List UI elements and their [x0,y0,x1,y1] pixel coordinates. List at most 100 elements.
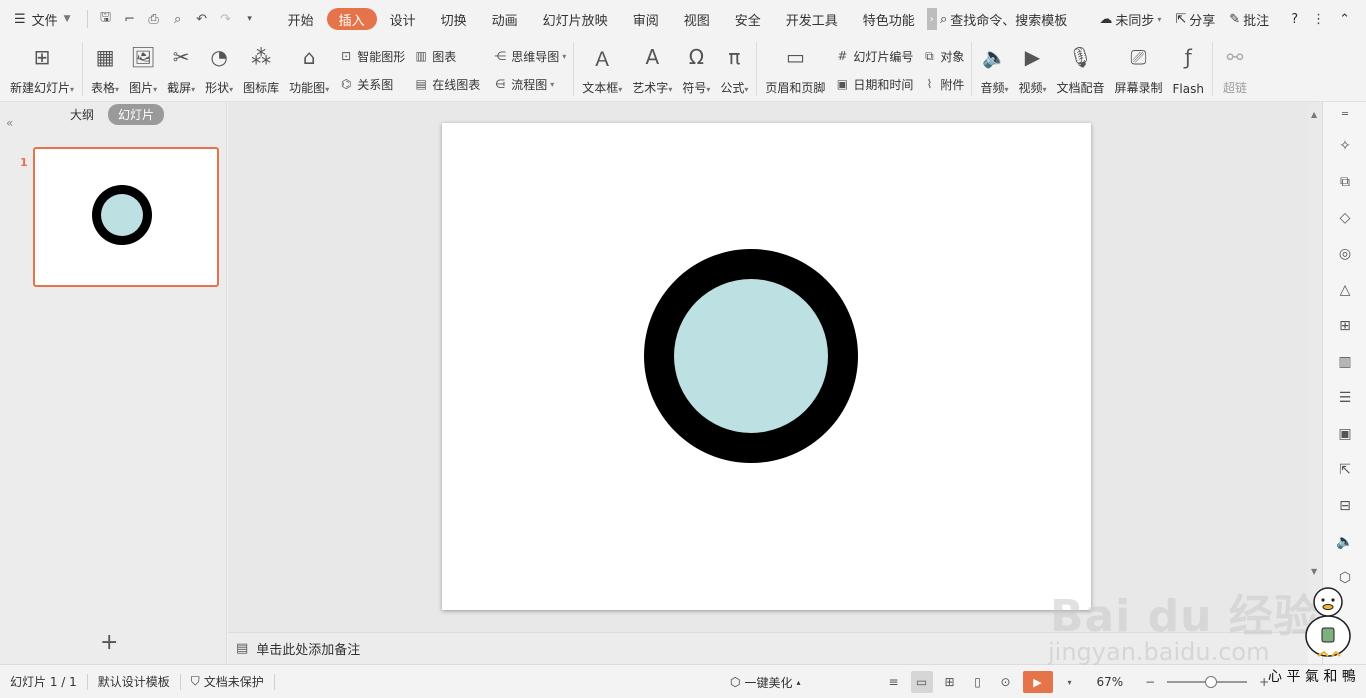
smartart-button[interactable]: ⊡ 智能图形 [338,44,405,68]
fill-icon[interactable]: △ [1335,280,1355,300]
screen-record-icon: ⎚ [1130,45,1147,69]
icon-library-button[interactable]: ⁂ 图标库 [238,42,284,98]
object-button[interactable]: ⧉ 对象 [921,44,964,68]
slide-number-button[interactable]: # 幻灯片编号 [834,44,913,68]
slide-sorter-view-icon[interactable]: ⊞ [939,671,961,693]
play-slideshow-button[interactable]: ▶ [1022,671,1053,693]
screenshot-button[interactable]: ✂ 截屏▾ [162,42,200,98]
screen-record-button[interactable]: ⎚ 屏幕录制 [1110,42,1168,98]
status-bar-right: ⬡ 一键美化 ▴ ≡ ▭ ⊞ ▯ ⊙ ▶ ▾ 67% − + [720,665,1275,698]
tab-0[interactable]: 开始 [276,8,326,30]
video-button[interactable]: ▶ 视频▾ [1013,42,1051,98]
export-icon[interactable]: ⇱ [1335,460,1355,480]
zoom-in-icon[interactable]: + [1253,671,1275,693]
zoom-slider[interactable] [1167,676,1248,688]
tab-6[interactable]: 审阅 [621,8,671,30]
protection-status[interactable]: ⛉ 文档未保护 [181,673,274,690]
zoom-slider-handle[interactable] [1205,676,1218,688]
ring-shape[interactable] [644,249,858,463]
adjust-icon[interactable]: ☰ [1335,388,1355,408]
search-icon: ⌕ [940,11,948,27]
more-options-icon[interactable]: ⋮ [1306,12,1331,27]
attachment-button[interactable]: ⌇ 附件 [921,72,964,96]
image-icon[interactable]: ▣ [1335,424,1355,444]
picture-button[interactable]: 🖼 图片▾ [124,42,162,98]
collapse-panel-icon[interactable]: « [6,116,13,130]
tab-5[interactable]: 幻灯片放映 [531,8,620,30]
scroll-up-icon[interactable]: ▲ [1311,110,1317,119]
normal-view-icon[interactable]: ▭ [910,671,933,693]
tab-9[interactable]: 开发工具 [774,8,850,30]
notes-view-icon[interactable]: ≡ [883,671,905,693]
chevron-down-icon[interactable]: ▾ [1059,671,1081,693]
mindmap-button[interactable]: ⋲ 思维导图 ▾ [492,44,566,68]
comment-button[interactable]: ✎ 批注 [1223,10,1275,29]
scissors-icon: ✂ [172,45,190,69]
tab-outline[interactable]: 大纲 [60,104,104,125]
datetime-button[interactable]: ▣ 日期和时间 [834,72,914,96]
vertical-scrollbar[interactable]: ▲ ▼ [1308,102,1322,632]
tab-3[interactable]: 切换 [429,8,479,30]
add-slide-icon[interactable]: + [100,632,118,654]
slide-thumbnail[interactable] [33,147,219,287]
customize-quick-access-icon[interactable]: ▾ [238,7,262,31]
wordart-button[interactable]: A 艺术字▾ [627,42,677,98]
undo-icon[interactable]: ↶ [190,7,214,31]
template-icon[interactable]: ⧉ [1335,172,1355,192]
reading-view-icon[interactable]: ▯ [967,671,989,693]
chart-button[interactable]: ▥ 图表 [413,44,480,68]
grid-icon[interactable]: ⊞ [1335,316,1355,336]
design-template-button[interactable]: 默认设计模板 [88,673,180,690]
zoom-out-icon[interactable]: − [1139,671,1161,693]
tab-slides[interactable]: 幻灯片 [108,103,165,125]
relation-button[interactable]: ⌬ 关系图 [338,72,405,96]
sound-icon[interactable]: 🔈 [1335,532,1355,552]
slide-canvas[interactable] [442,123,1091,610]
function-chart-button[interactable]: ⌂ 功能图▾ [284,42,334,98]
tab-4[interactable]: 动画 [480,8,530,30]
shield-icon[interactable]: ⬡ [1335,568,1355,588]
notes-bar[interactable]: ▤ 单击此处添加备注 [228,632,1308,664]
save-icon[interactable]: 🖫 [94,7,118,31]
flash-button[interactable]: ƒ Flash [1168,42,1209,98]
share-button[interactable]: ⇱ 分享 [1169,10,1221,29]
sync-status-button[interactable]: ☁ 未同步 ▾ [1093,10,1167,29]
collapse-ribbon-icon[interactable]: ⌃ [1333,12,1356,27]
flowchart-button[interactable]: ⋳ 流程图 ▾ [492,72,566,96]
tab-1[interactable]: 插入 [326,8,377,30]
scroll-down-icon[interactable]: ▼ [1311,567,1317,576]
redo-icon[interactable]: ↷ [214,7,238,31]
hyperlink-button[interactable]: ⚯ 超链 [1216,42,1254,98]
zoom-level[interactable]: 67% [1087,675,1134,689]
doc-voice-button[interactable]: 🎙 文档配音 [1052,42,1110,98]
tab-8[interactable]: 安全 [723,8,773,30]
audio-button[interactable]: 🔈 音频▾ [975,42,1013,98]
beautify-button[interactable]: ⬡ 一键美化 ▴ [720,674,811,691]
format-painter-icon[interactable]: ⌐ [118,7,142,31]
search-command[interactable]: ⌕ 查找命令、搜索模板 [934,10,1073,29]
file-menu[interactable]: ☰ 文件 ▼ [0,0,81,38]
textbox-button[interactable]: Ａ 文本框▾ [577,42,627,98]
formula-button[interactable]: π 公式▾ [715,42,753,98]
help-icon[interactable]: ? [1285,12,1304,27]
tab-10[interactable]: 特色功能 [851,8,927,30]
tab-7[interactable]: 视图 [672,8,722,30]
archive-icon[interactable]: ⊟ [1335,496,1355,516]
chart-icon[interactable]: ▥ [1335,352,1355,372]
flash-label: Flash [1172,82,1204,96]
shape-button[interactable]: ◔ 形状▾ [200,42,238,98]
presenter-view-icon[interactable]: ⊙ [995,671,1017,693]
status-bar: 幻灯片 1 / 1 默认设计模板 ⛉ 文档未保护 ⬡ 一键美化 ▴ ≡ ▭ ⊞ … [0,664,1366,698]
table-button[interactable]: ▦ 表格▾ [86,42,124,98]
new-slide-button[interactable]: ⊞ 新建幻灯片▾ [0,42,79,98]
inner-circle-shape[interactable] [674,279,828,433]
tab-2[interactable]: 设计 [378,8,428,30]
symbol-button[interactable]: Ω 符号▾ [677,42,715,98]
pin-icon[interactable]: ✧ [1335,136,1355,156]
location-icon[interactable]: ◎ [1335,244,1355,264]
shape-style-icon[interactable]: ◇ [1335,208,1355,228]
header-footer-button[interactable]: ▭ 页眉和页脚 [760,42,830,98]
online-chart-button[interactable]: ▤ 在线图表 [413,72,481,96]
print-icon[interactable]: ⎙ [142,7,166,31]
print-preview-icon[interactable]: ⌕ [166,7,190,31]
